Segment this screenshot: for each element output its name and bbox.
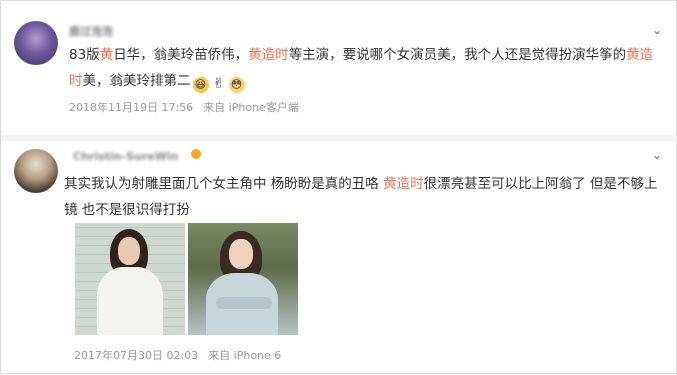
username[interactable]: Christin-SureWin (73, 150, 178, 163)
verified-badge-icon (191, 149, 201, 159)
comment-meta: 2017年07月30日 02:03 来自 iPhone 6 (74, 347, 291, 363)
comment-text: 83版黄日华，翁美玲苗侨伟，黄造时等主演，要说哪个女演员美，我个人还是觉得扮演华… (69, 42, 659, 94)
text-segment: 其实我认为射雕里面几个女主角中 杨盼盼是真的丑咯 (64, 176, 384, 192)
text-segment: 日华，翁美玲苗侨伟， (113, 47, 249, 63)
comment-card: 鹿过泡泡 ⌄ 83版黄日华，翁美玲苗侨伟，黄造时等主演，要说哪个女演员美，我个人… (1, 1, 677, 131)
text-segment: 美，翁美玲排第二 (82, 73, 191, 89)
comment-feed: 鹿过泡泡 ⌄ 83版黄日华，翁美玲苗侨伟，黄造时等主演，要说哪个女演员美，我个人… (0, 0, 677, 374)
avatar[interactable] (14, 149, 58, 193)
source-label: 来自 iPhone客户端 (203, 101, 299, 114)
username[interactable]: 鹿过泡泡 (69, 23, 113, 39)
photo-thumbnail[interactable] (75, 223, 185, 335)
timestamp: 2017年07月30日 02:03 (74, 349, 199, 362)
timestamp: 2018年11月19日 17:56 (69, 101, 194, 114)
photo-face (229, 239, 253, 269)
avatar[interactable] (14, 21, 58, 65)
text-segment: 83版 (69, 47, 100, 63)
comment-text: 其实我认为射雕里面几个女主角中 杨盼盼是真的丑咯 黄造时很漂亮甚至可以比上阿翁了… (64, 171, 659, 223)
chevron-down-icon[interactable]: ⌄ (652, 23, 662, 37)
comment-card: Christin-SureWin ⌄ 其实我认为射雕里面几个女主角中 杨盼盼是真… (1, 141, 677, 375)
victory-hand-emoji-icon: ✌ (212, 76, 225, 92)
source-label: 来自 iPhone 6 (208, 349, 282, 362)
photo-thumbnail[interactable] (188, 223, 298, 335)
photo-arms (216, 297, 272, 309)
comment-meta: 2018年11月19日 17:56 来自 iPhone客户端 (69, 99, 309, 115)
highlight-name: 黄造时 (248, 47, 289, 63)
highlight-name: 黄造时 (383, 176, 424, 192)
chevron-down-icon[interactable]: ⌄ (652, 148, 662, 162)
laughing-emoji-icon: 😆 (192, 77, 209, 93)
highlight-name: 黄 (99, 47, 114, 63)
shy-emoji-icon: 😳 (228, 77, 245, 93)
photo-face (118, 237, 140, 265)
photo-body (97, 267, 163, 335)
text-segment: 等主演，要说哪个女演员美，我个人还是觉得扮演华筝的 (288, 47, 627, 63)
